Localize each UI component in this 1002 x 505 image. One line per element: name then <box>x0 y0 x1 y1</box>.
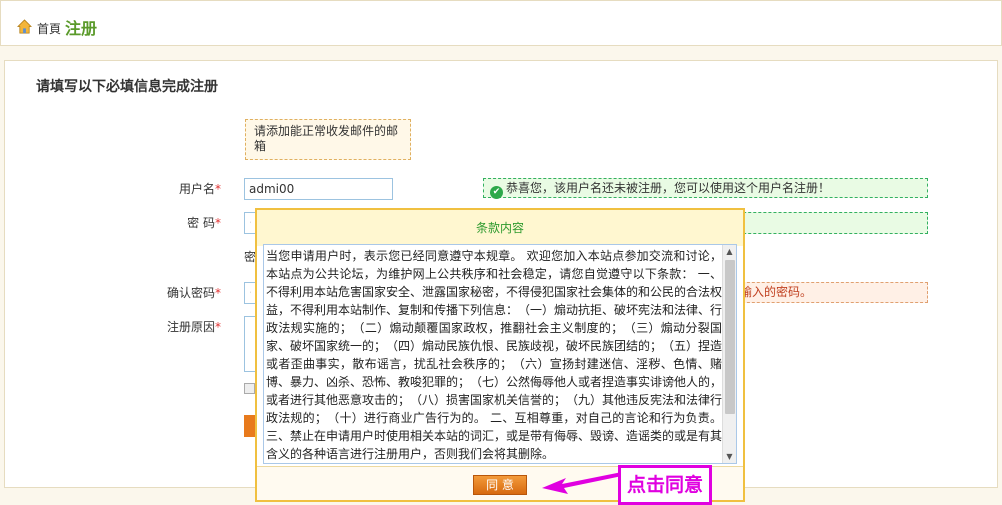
page-title: 注册 <box>65 19 98 38</box>
scroll-thumb[interactable] <box>725 260 735 414</box>
annotation-label: 点击同意 <box>618 465 712 505</box>
breadcrumb-home-link[interactable]: 首頁 <box>37 20 61 37</box>
agree-terms-checkbox[interactable] <box>244 383 255 394</box>
scroll-up-arrow-icon[interactable]: ▲ <box>723 245 736 258</box>
terms-text: 当您申请用户时，表示您已经同意遵守本规章。 欢迎您加入本站点参加交流和讨论，本站… <box>266 249 723 461</box>
reason-label: 注册原因* <box>166 320 221 334</box>
terms-scrollbar[interactable]: ▲ ▼ <box>722 245 736 463</box>
check-icon: ✔ <box>490 186 503 199</box>
password-ok-message <box>728 212 928 234</box>
username-available-message: ✔ 恭喜您，该用户名还未被注册，您可以使用这个用户名注册！ <box>483 178 928 199</box>
annotation-arrow-icon <box>542 472 622 494</box>
dialog-title: 条款内容 <box>257 210 743 246</box>
form-title: 请填写以下必填信息完成注册 <box>36 79 218 95</box>
password-label: 密 码* <box>187 216 221 230</box>
username-input[interactable] <box>244 178 393 200</box>
home-icon[interactable] <box>17 19 32 34</box>
breadcrumb-bar: 首頁 注册 <box>0 0 1002 46</box>
terms-content-box[interactable]: 当您申请用户时，表示您已经同意遵守本规章。 欢迎您加入本站点参加交流和讨论，本站… <box>263 244 737 464</box>
scroll-down-arrow-icon[interactable]: ▼ <box>723 450 736 463</box>
username-label: 用户名* <box>178 182 221 196</box>
confirm-password-label: 确认密码* <box>166 286 221 300</box>
confirm-password-error: 输入的密码。 <box>737 282 928 303</box>
email-tip: 请添加能正常收发邮件的邮箱 <box>245 119 411 160</box>
terms-dialog: 条款内容 当您申请用户时，表示您已经同意遵守本规章。 欢迎您加入本站点参加交流和… <box>255 208 745 502</box>
agree-button[interactable]: 同 意 <box>473 475 527 495</box>
